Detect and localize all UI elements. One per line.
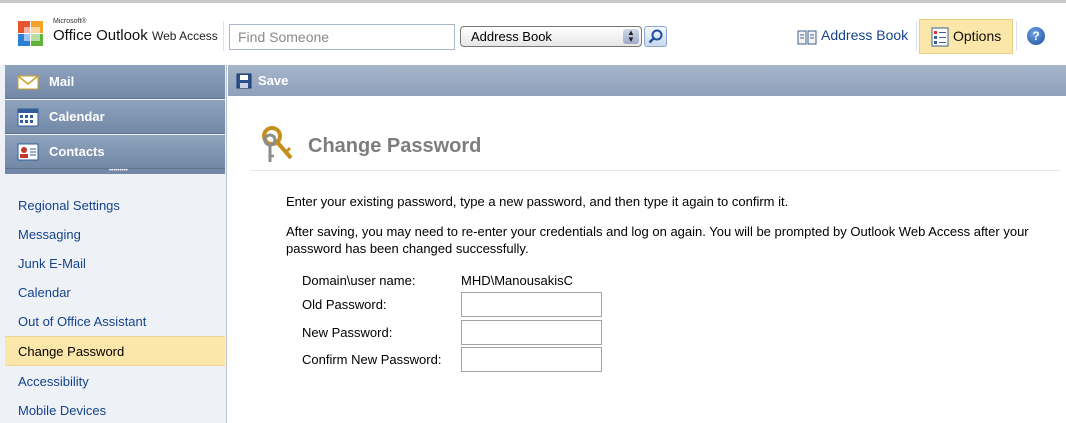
confirm-password-label: Confirm New Password: (302, 352, 442, 367)
help-icon: ? (1032, 29, 1040, 43)
nav-mail[interactable]: Mail (5, 65, 225, 99)
options-item-label: Out of Office Assistant (18, 314, 147, 329)
options-item-label: Accessibility (18, 374, 89, 389)
top-header: Microsoft® Office Outlook Web Access Add… (0, 0, 1066, 65)
options-label: Options (953, 28, 1002, 44)
options-item-messaging[interactable]: Messaging (5, 220, 225, 250)
pane-resize-grip[interactable]: ••••••••• (5, 168, 225, 174)
logo-product-text: Office Outlook Web Access (53, 27, 218, 44)
main-toolbar: Save (228, 65, 1066, 96)
save-icon (236, 73, 252, 89)
options-item-regional-settings[interactable]: Regional Settings (5, 191, 225, 221)
options-item-label: Calendar (18, 285, 71, 300)
domain-user-label: Domain\user name: (302, 273, 416, 288)
mail-icon (17, 75, 39, 90)
calendar-icon (17, 108, 39, 127)
options-icon (931, 27, 949, 47)
new-password-field[interactable] (461, 320, 602, 345)
options-item-label: Change Password (18, 344, 125, 359)
logo-microsoft-text: Microsoft® (53, 18, 87, 25)
select-arrows-icon: ▲ ▼ (623, 29, 639, 44)
options-item-change-password[interactable]: Change Password (5, 336, 225, 366)
change-password-page: Change Password Enter your existing pass… (228, 96, 1066, 423)
logo-product-name: Office Outlook (53, 27, 148, 44)
options-item-label: Regional Settings (18, 198, 120, 213)
address-book-icon (797, 30, 817, 45)
nav-contacts[interactable]: Contacts (5, 135, 225, 169)
options-item-mobile-devices[interactable]: Mobile Devices (5, 396, 225, 423)
header-divider (916, 21, 917, 51)
search-icon (648, 29, 663, 44)
options-item-label: Junk E-Mail (18, 256, 86, 271)
keys-icon (262, 126, 293, 162)
domain-user-value: MHD\ManousakisC (461, 273, 573, 288)
options-item-label: Messaging (18, 227, 81, 242)
old-password-label: Old Password: (302, 297, 387, 312)
logo-suffix: Web Access (151, 29, 218, 43)
nav-contacts-label: Contacts (49, 144, 105, 159)
intro-text: Enter your existing password, type a new… (286, 194, 789, 209)
old-password-field[interactable] (461, 292, 602, 317)
address-book-link-label: Address Book (821, 27, 909, 43)
outlook-logo-icon (18, 21, 43, 46)
note-text: After saving, you may need to re-enter y… (286, 224, 1029, 256)
contacts-icon (17, 143, 39, 161)
nav-calendar[interactable]: Calendar (5, 100, 225, 134)
options-item-accessibility[interactable]: Accessibility (5, 367, 225, 397)
address-book-select[interactable]: Address Book ▲ ▼ (460, 26, 642, 47)
new-password-label: New Password: (302, 325, 393, 340)
search-button[interactable] (644, 26, 667, 47)
address-book-select-value: Address Book (471, 29, 552, 44)
outlook-logo: Microsoft® Office Outlook Web Access (16, 17, 226, 53)
options-item-out-of-office[interactable]: Out of Office Assistant (5, 307, 225, 337)
options-item-junk-email[interactable]: Junk E-Mail (5, 249, 225, 279)
page-title: Change Password (308, 135, 482, 157)
grip-dots: ••••••••• (109, 168, 128, 174)
header-divider (1016, 21, 1017, 51)
nav-mail-label: Mail (49, 74, 75, 89)
find-someone-input[interactable] (229, 24, 455, 50)
options-item-calendar[interactable]: Calendar (5, 278, 225, 308)
header-divider (223, 21, 224, 51)
options-item-label: Mobile Devices (18, 403, 107, 418)
help-button[interactable]: ? (1027, 27, 1045, 45)
confirm-password-field[interactable] (461, 347, 602, 372)
save-label: Save (258, 73, 289, 88)
navigation-pane: Mail Calendar Contacts ••••••••• Regiona… (0, 65, 227, 423)
options-button[interactable]: Options (919, 19, 1013, 54)
nav-calendar-label: Calendar (49, 109, 105, 124)
page-header: Change Password (250, 124, 1060, 171)
